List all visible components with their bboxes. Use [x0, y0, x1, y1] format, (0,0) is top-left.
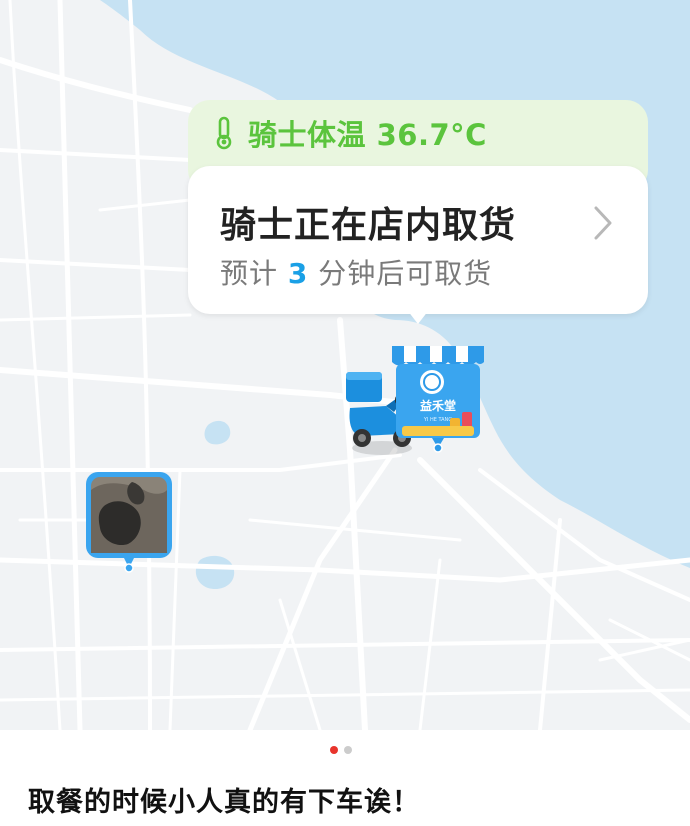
eta-suffix: 分钟后可取货 [308, 257, 493, 290]
eta-minutes: 3 [287, 257, 309, 290]
eta-text: 预计 3 分钟后可取货 [220, 252, 492, 292]
card-pointer [404, 306, 432, 324]
store-name: 益禾堂 [420, 398, 456, 413]
pager-dot-active[interactable] [330, 746, 338, 754]
store-name-en: YI HE TANG [423, 417, 452, 423]
thermometer-icon [216, 116, 232, 150]
pond [195, 555, 235, 590]
small-lake [204, 420, 231, 445]
map-view[interactable]: 骑士体温 36.7°C 骑士正在店内取货 预计 3 分钟后可取货 益禾堂 YI … [0, 0, 690, 730]
storefront-icon[interactable]: 益禾堂 YI HE TANG [388, 342, 488, 454]
pickup-status-panel[interactable]: 骑士正在店内取货 预计 3 分钟后可取货 [188, 166, 648, 314]
temperature-text: 骑士体温 36.7°C [248, 118, 487, 152]
pager-dot[interactable] [344, 746, 352, 754]
image-pager[interactable] [330, 746, 352, 756]
user-photo-pin[interactable] [84, 470, 176, 576]
chevron-right-icon[interactable] [592, 204, 614, 242]
status-title: 骑士正在店内取货 [220, 205, 517, 246]
rider-status-card[interactable]: 骑士体温 36.7°C 骑士正在店内取货 预计 3 分钟后可取货 [188, 100, 648, 330]
eta-prefix: 预计 [220, 257, 288, 290]
post-caption: 取餐的时候小人真的有下车诶！ [28, 787, 420, 818]
